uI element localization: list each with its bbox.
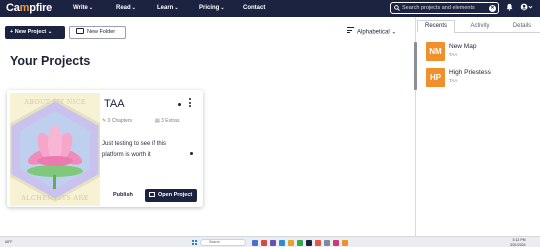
chevron-down-icon: ⌄ (88, 5, 94, 11)
campfire-logo[interactable]: Campfire (6, 2, 52, 15)
search-input[interactable]: Search projects and elements (402, 5, 475, 12)
user-icon[interactable] (520, 3, 533, 14)
scrollbar-thumb[interactable] (414, 42, 417, 90)
nav-contact-label: Contact (243, 5, 266, 11)
app-icon[interactable] (270, 240, 276, 246)
nav-pricing-label: Pricing (199, 5, 220, 11)
new-folder-label: New Folder (87, 29, 116, 35)
logo-text-end: pfire (29, 2, 53, 14)
weather-widget[interactable]: 68°F (5, 240, 12, 245)
app-icon[interactable] (324, 240, 330, 246)
chapters-label: 0 Chapters (107, 118, 133, 124)
chevron-down-icon: ⌄ (391, 29, 397, 36)
nav-write-label: Write (73, 5, 88, 11)
bell-icon[interactable] (506, 3, 513, 14)
taskbar: 68°F Search 3:12 PM 3/31/2024 (0, 236, 540, 247)
new-folder-button[interactable]: New Folder (69, 26, 126, 39)
tab-activity[interactable]: Activity (460, 20, 500, 32)
extras-icon: ▤ (155, 118, 160, 124)
recent-project: TAA (449, 78, 458, 83)
search-box[interactable]: Search projects and elements ✕ (390, 2, 499, 14)
app-icon[interactable] (306, 240, 312, 246)
tab-underline (454, 32, 540, 33)
recent-item[interactable]: HP High Priestess TAA (426, 68, 536, 88)
nav-read-label: Read (116, 5, 131, 11)
cover-bottom-text: ALCHEMISTS ARE (21, 194, 89, 202)
windows-start-icon[interactable] (192, 240, 197, 245)
clock-time: 3:12 PM (512, 238, 526, 242)
search-icon (394, 5, 400, 14)
app-icon[interactable] (297, 240, 303, 246)
sort-dropdown[interactable]: Alphabetical ⌄ (347, 27, 396, 38)
recent-title: High Priestess (449, 69, 491, 76)
logo-flame: m (19, 2, 30, 14)
recent-badge: HP (426, 68, 445, 87)
app-icon[interactable] (333, 240, 339, 246)
clear-search-icon[interactable]: ✕ (489, 5, 496, 12)
taskbar-search[interactable]: Search (200, 239, 246, 246)
chapters-count: ✎ 0 Chapters (102, 118, 132, 125)
recent-title: New Map (449, 43, 477, 50)
chevron-down-icon: ⌄ (131, 5, 136, 11)
app-icon[interactable] (288, 240, 294, 246)
app-icon[interactable] (342, 240, 348, 246)
nav-contact[interactable]: Contact (243, 4, 265, 12)
recent-project: TAA (449, 52, 458, 57)
clock-date: 3/31/2024 (510, 242, 526, 247)
book-icon (149, 192, 155, 197)
status-dot (178, 103, 181, 106)
app-icon[interactable] (252, 240, 258, 246)
app-icon[interactable] (315, 240, 321, 246)
pencil-icon: ✎ (102, 118, 107, 124)
logo-text-start: Ca (6, 2, 20, 14)
tab-details[interactable]: Details (504, 20, 540, 32)
sort-icon (347, 27, 354, 35)
more-options-icon[interactable] (189, 98, 192, 107)
recent-item[interactable]: NM New Map TAA (426, 42, 536, 62)
app-icon[interactable] (261, 240, 267, 246)
project-cover-image[interactable]: ABOUT MY NICE ALCHEMISTS ARE (10, 93, 100, 206)
sort-label: Alphabetical (357, 29, 390, 36)
nav-learn[interactable]: Learn⌄ (157, 4, 179, 12)
recent-badge: NM (426, 42, 445, 61)
unsaved-dot (190, 152, 193, 155)
tab-recents[interactable]: Recents (417, 20, 455, 32)
extras-count: ▤ 3 Extras (155, 118, 179, 125)
open-project-button[interactable]: Open Project (145, 189, 197, 202)
cover-top-text: ABOUT MY NICE (24, 98, 86, 106)
nav-write[interactable]: Write⌄ (73, 4, 93, 12)
nav-learn-label: Learn (157, 5, 174, 11)
extras-label: 3 Extras (161, 118, 180, 124)
nav-read[interactable]: Read⌄ (116, 4, 136, 12)
project-description: Just testing to see if this platform is … (102, 141, 167, 158)
folder-icon (76, 28, 84, 34)
chevron-down-icon: ⌄ (174, 5, 179, 11)
publish-button[interactable]: Publish (113, 192, 133, 199)
clock[interactable]: 3:12 PM 3/31/2024 (510, 238, 526, 247)
project-title[interactable]: TAA (104, 98, 125, 111)
cover-lotus-art (10, 98, 100, 202)
page-title: Your Projects (10, 54, 91, 68)
new-project-button[interactable]: + New Project ⌄ (5, 26, 65, 39)
open-project-label: Open Project (158, 192, 193, 198)
app-icon[interactable] (279, 240, 285, 246)
top-nav: Campfire Write⌄ Read⌄ Learn⌄ Pricing⌄ Co… (0, 0, 540, 17)
nav-pricing[interactable]: Pricing⌄ (199, 4, 225, 12)
chevron-down-icon: ⌄ (220, 5, 225, 11)
